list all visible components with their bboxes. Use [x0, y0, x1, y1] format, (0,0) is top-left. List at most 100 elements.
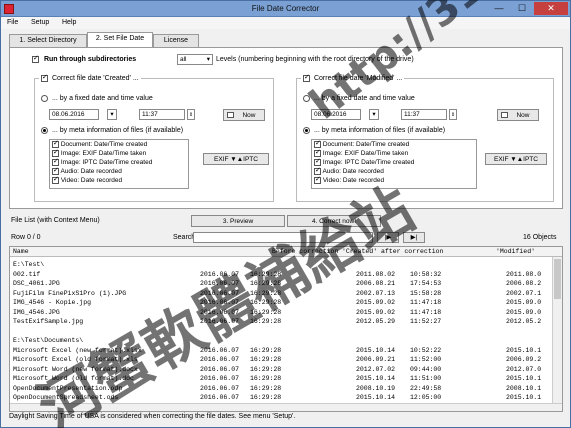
created-fixed-option[interactable]: ... by a fixed date and time value: [41, 95, 153, 102]
created-time-field[interactable]: 11:37: [139, 109, 185, 120]
created-group: Correct file date 'Created' ... ... by a…: [34, 73, 274, 202]
modified-exif-iptc-button[interactable]: EXIF ▼▲IPTC: [485, 153, 547, 165]
modified-fixed-radio[interactable]: [303, 95, 310, 102]
table-row[interactable]: TestExifSample.jpg 2016.06.07 16:29:28 2012…: [10, 318, 550, 326]
table-cell-name: IMG_4546.JPG: [13, 308, 60, 316]
subdirs-option[interactable]: Run through subdirectories: [32, 54, 136, 63]
correct-now-button[interactable]: 4. Correct now!: [287, 215, 381, 227]
menu-help[interactable]: Help: [62, 19, 76, 26]
list-item[interactable]: Image: EXIF Date/Time taken: [312, 148, 476, 158]
table-row[interactable]: Microsoft Word (new format).docx 2016.06.…: [10, 366, 550, 374]
created-time-spin-icon[interactable]: ⇕: [187, 109, 195, 120]
search-input[interactable]: [193, 232, 373, 243]
column-header-created-after[interactable]: 'Created' after correction: [342, 248, 443, 255]
table-cell-t1: 16:29:28: [250, 308, 282, 316]
created-date-field[interactable]: 08.06.2016: [49, 109, 99, 120]
list-item[interactable]: Audio: Date recorded: [312, 166, 476, 176]
list-item-checkbox[interactable]: [52, 139, 59, 148]
modified-date-picker-icon[interactable]: ▾: [369, 109, 379, 120]
menu-file[interactable]: File: [7, 19, 18, 26]
table-cell-name: TestExifSample.jpg: [13, 318, 84, 325]
preview-button[interactable]: 3. Preview: [191, 215, 285, 227]
tab-select-directory[interactable]: 1. Select Directory: [9, 34, 87, 47]
list-item-label: Image: IPTC Date/Time created: [322, 159, 415, 166]
list-item-checkbox[interactable]: [52, 175, 59, 184]
menu-setup[interactable]: Setup: [31, 19, 49, 26]
table-cell-t1: 16:29:28: [250, 384, 282, 392]
created-meta-option[interactable]: ... by meta information of files (if ava…: [41, 127, 183, 134]
list-item-checkbox[interactable]: [314, 139, 321, 148]
subdirs-checkbox[interactable]: [32, 54, 39, 63]
created-now-button[interactable]: Now: [223, 109, 265, 121]
modified-time-field[interactable]: 11:37: [401, 109, 447, 120]
list-item-checkbox[interactable]: [314, 148, 321, 157]
list-item[interactable]: Audio: Date recorded: [50, 166, 188, 176]
table-row[interactable]: E:\Test\Documents\: [10, 337, 550, 345]
table-row[interactable]: Microsoft Excel (old format).xls 2016.06.…: [10, 356, 550, 364]
title-bar[interactable]: File Date Corrector — ☐ ✕: [1, 1, 570, 17]
table-cell-d2: 2002.07.13: [356, 289, 396, 297]
table-row[interactable]: FujiFilm FinePixS1Pro (1).JPG 2016.06.07 1…: [10, 290, 550, 298]
table-row[interactable]: Microsoft Word (old format).doc 2016.06.0…: [10, 375, 550, 383]
modified-meta-option[interactable]: ... by meta information of files (if ava…: [303, 127, 445, 134]
table-row[interactable]: DSC_4061.JPG 2016.06.07 16:29:28 2006.08.21…: [10, 280, 550, 288]
list-item-checkbox[interactable]: [314, 166, 321, 175]
column-header-name[interactable]: Name: [13, 248, 29, 255]
created-title-row[interactable]: Correct file date 'Created' ...: [39, 73, 141, 83]
list-item-checkbox[interactable]: [314, 175, 321, 184]
list-item-checkbox[interactable]: [52, 148, 59, 157]
table-row[interactable]: OpenDocumentPresentation.odp 2016.06.07 16…: [10, 385, 550, 393]
list-item[interactable]: Document: Date/Time created: [312, 139, 476, 149]
column-header-modified-after[interactable]: 'Modified': [496, 248, 535, 255]
tab-set-file-date[interactable]: 2. Set File Date: [87, 32, 153, 47]
created-exif-iptc-button[interactable]: EXIF ▼▲IPTC: [203, 153, 269, 165]
modified-checkbox[interactable]: [303, 73, 310, 82]
scroll-thumb[interactable]: [554, 259, 561, 299]
table-row[interactable]: IMG_4546.JPG 2016.06.07 16:29:28 2015.09.02…: [10, 309, 550, 317]
table-row[interactable]: [10, 328, 550, 336]
table-cell-d3: 2012.05.2: [506, 318, 542, 325]
list-item[interactable]: Image: IPTC Date/Time created: [50, 157, 188, 167]
modified-now-button[interactable]: Now: [497, 109, 539, 121]
list-item[interactable]: Video: Date recorded: [312, 175, 476, 185]
created-title: Correct file date 'Created' ...: [51, 75, 139, 83]
created-meta-label: ... by meta information of files (if ava…: [51, 127, 184, 135]
created-checkbox[interactable]: [41, 73, 48, 82]
table-row[interactable]: E:\Test\: [10, 261, 550, 269]
minimize-button[interactable]: —: [488, 2, 510, 15]
table-row[interactable]: Microsoft Excel (new format).xlsx 2016.06…: [10, 347, 550, 355]
modified-title-row[interactable]: Correct file date 'Modified' ...: [301, 73, 405, 83]
modified-meta-radio[interactable]: [303, 127, 310, 134]
table-cell-t2: 12:05:00: [410, 394, 442, 401]
close-button[interactable]: ✕: [534, 2, 568, 15]
levels-select[interactable]: all ▾: [177, 54, 213, 65]
list-item-label: Video: Date recorded: [60, 177, 123, 184]
maximize-button[interactable]: ☐: [511, 2, 533, 15]
list-item-checkbox[interactable]: [52, 166, 59, 175]
horizontal-scrollbar[interactable]: [10, 403, 562, 411]
list-item-checkbox[interactable]: [52, 157, 59, 166]
column-header-before[interactable]: Before correction: [272, 248, 338, 255]
created-date-picker-icon[interactable]: ▾: [107, 109, 117, 120]
created-meta-radio[interactable]: [41, 127, 48, 134]
object-count: 16 Objects: [523, 234, 557, 241]
modified-time-spin-icon[interactable]: ⇕: [449, 109, 457, 120]
vertical-scrollbar[interactable]: [552, 257, 562, 403]
search-last-button[interactable]: ▶|: [403, 232, 425, 243]
table-row[interactable]: IMG_4546 - Kopie.jpg 2016.06.07 16:29:28 20…: [10, 299, 550, 307]
table-cell-name: DSC_4061.JPG: [13, 280, 60, 287]
list-item-checkbox[interactable]: [314, 157, 321, 166]
table-cell-t2: 17:54:53: [410, 280, 442, 287]
list-item[interactable]: Video: Date recorded: [50, 175, 188, 185]
table-row[interactable]: OpenDocumentSpreadsheet.ods 2016.06.07 16:…: [10, 394, 550, 402]
list-item[interactable]: Image: IPTC Date/Time created: [312, 157, 476, 167]
modified-date-field[interactable]: 08.06.2016: [311, 109, 361, 120]
file-list[interactable]: Name Before correction 'Created' after c…: [9, 246, 563, 412]
created-fixed-radio[interactable]: [41, 95, 48, 102]
table-row[interactable]: 002.tif 2016.06.07 16:29:28 2011.08.02 10:58…: [10, 271, 550, 279]
modified-fixed-option[interactable]: ... by a fixed date and time value: [303, 95, 415, 102]
search-next-button[interactable]: |▶: [377, 232, 399, 243]
list-item[interactable]: Document: Date/Time created: [50, 139, 188, 149]
tab-license[interactable]: License: [153, 34, 199, 47]
list-item[interactable]: Image: EXIF Date/Time taken: [50, 148, 188, 158]
